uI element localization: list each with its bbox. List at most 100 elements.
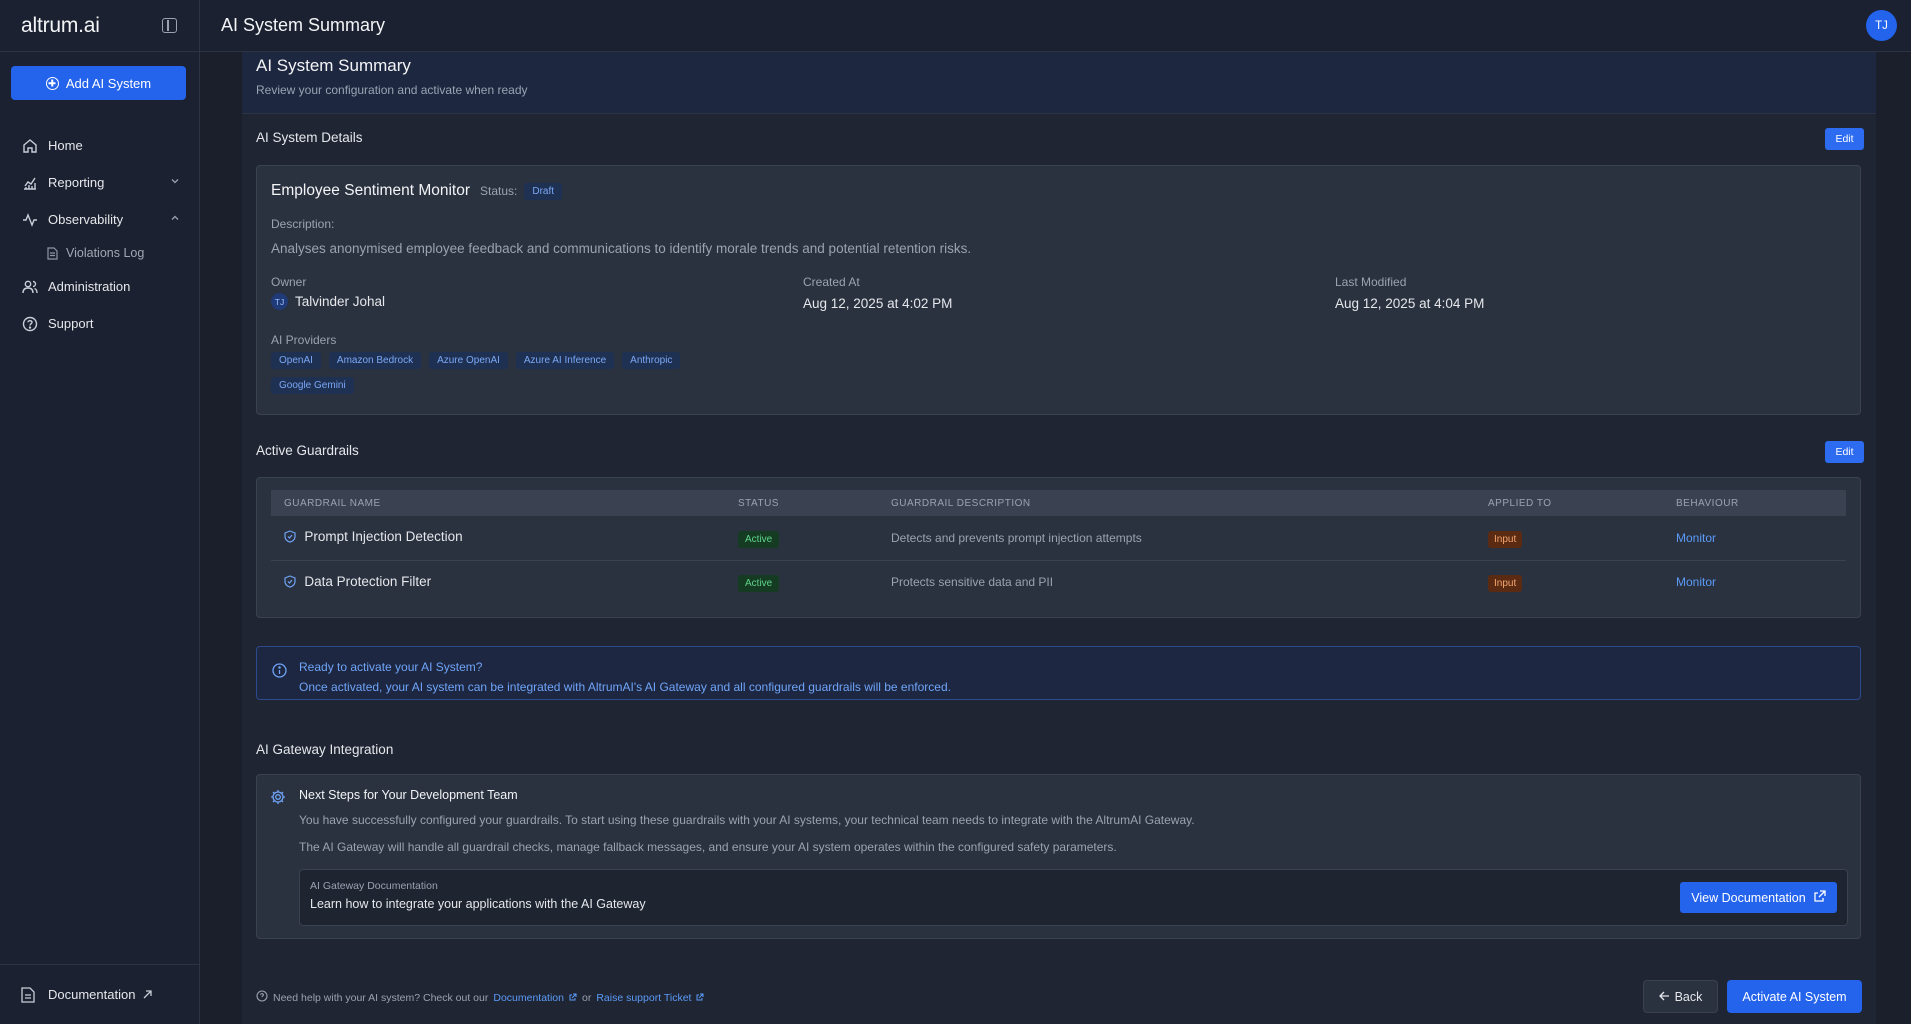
sidebar-item-label: Observability: [48, 212, 124, 227]
sidebar-documentation-link[interactable]: Documentation: [0, 964, 200, 1024]
behaviour-link[interactable]: Monitor: [1676, 531, 1716, 545]
logo-row: altrum.ai: [0, 0, 199, 52]
guardrails-edit-button[interactable]: Edit: [1825, 441, 1864, 463]
activity-icon: [21, 211, 38, 228]
status-badge: Active: [738, 575, 780, 593]
back-label: Back: [1674, 989, 1703, 1004]
applied-to-badge: Input: [1488, 530, 1523, 548]
add-ai-system-label: Add AI System: [65, 75, 152, 91]
summary-subtitle: Review your configuration and activate w…: [256, 83, 528, 97]
modified-value: Aug 12, 2025 at 4:04 PM: [1335, 296, 1485, 311]
guardrails-card: GUARDRAIL NAME STATUS GUARDRAIL DESCRIPT…: [256, 477, 1861, 618]
details-card: Employee Sentiment Monitor Status: Draft…: [256, 165, 1861, 415]
description-label: Description:: [271, 217, 335, 231]
home-icon: [21, 137, 38, 154]
page-title: AI System Summary: [221, 15, 386, 35]
info-text: Once activated, your AI system can be in…: [299, 680, 951, 694]
column-header: GUARDRAIL DESCRIPTION: [878, 490, 1475, 516]
created-value: Aug 12, 2025 at 4:02 PM: [803, 296, 953, 311]
owner-name: Talvinder Johal: [295, 294, 386, 309]
column-header: GUARDRAIL NAME: [271, 490, 725, 516]
view-documentation-label: View Documentation: [1691, 890, 1806, 905]
providers-label: AI Providers: [271, 333, 337, 347]
main-content: AI System Summary Review your configurat…: [242, 52, 1876, 1024]
sidebar-item-observability[interactable]: Observability: [0, 201, 200, 238]
guardrail-name: Prompt Injection Detection: [304, 529, 463, 545]
summary-title: AI System Summary: [256, 56, 411, 75]
sidebar-item-label: Reporting: [48, 175, 105, 190]
help-text: Need help with your AI system? Check out…: [273, 991, 489, 1004]
sidebar-item-administration[interactable]: Administration: [0, 268, 200, 305]
documentation-link[interactable]: Documentation: [493, 992, 564, 1004]
provider-tag: Google Gemini: [271, 377, 354, 394]
guardrail-name: Data Protection Filter: [304, 573, 432, 589]
system-name: Employee Sentiment Monitor: [271, 182, 471, 199]
doc-panel-text: Learn how to integrate your applications…: [310, 897, 646, 911]
help-circle-icon: [256, 990, 268, 1005]
status-badge: Draft: [524, 182, 563, 200]
footer-help: Need help with your AI system? Check out…: [256, 990, 704, 1005]
sidebar: altrum.ai Add AI System Home Reporting O…: [0, 0, 200, 1024]
column-header: APPLIED TO: [1475, 490, 1663, 516]
external-link-icon: [569, 992, 577, 1004]
sidebar-item-label: Administration: [48, 279, 131, 294]
collapse-sidebar-icon[interactable]: [162, 18, 177, 33]
sidebar-item-support[interactable]: Support: [0, 305, 200, 342]
shield-check-icon: [284, 530, 296, 546]
guardrails-section-title: Active Guardrails: [256, 443, 359, 458]
summary-header: AI System Summary Review your configurat…: [242, 52, 1876, 114]
provider-tag: Azure OpenAI: [429, 352, 508, 369]
file-text-icon: [21, 986, 38, 1003]
column-header: STATUS: [725, 490, 878, 516]
activation-info-box: Ready to activate your AI System? Once a…: [256, 646, 1861, 700]
arrow-left-icon: [1658, 990, 1670, 1004]
sidebar-item-label: Home: [48, 138, 83, 153]
table-row: Prompt Injection Detection Active Detect…: [271, 516, 1846, 561]
external-link-icon: [696, 992, 704, 1004]
guardrail-description: Detects and prevents prompt injection at…: [878, 516, 1475, 561]
sidebar-nav: Home Reporting Observability Violations …: [0, 127, 200, 342]
owner-avatar: TJ: [271, 293, 288, 310]
chevron-up-icon[interactable]: [170, 213, 180, 226]
chevron-down-icon[interactable]: [170, 176, 180, 189]
chart-icon: [21, 174, 38, 191]
details-edit-button[interactable]: Edit: [1825, 128, 1864, 150]
back-button[interactable]: Back: [1643, 980, 1718, 1013]
view-documentation-button[interactable]: View Documentation: [1680, 882, 1837, 913]
external-link-icon: [1814, 890, 1826, 905]
avatar[interactable]: TJ: [1866, 10, 1897, 41]
external-arrow-icon: [143, 987, 153, 1002]
providers-list: OpenAI Amazon Bedrock Azure OpenAI Azure…: [271, 352, 711, 394]
details-section-title: AI System Details: [256, 130, 363, 145]
provider-tag: Anthropic: [622, 352, 681, 369]
shield-check-icon: [284, 575, 296, 591]
behaviour-link[interactable]: Monitor: [1676, 575, 1716, 589]
gateway-card: Next Steps for Your Development Team You…: [256, 774, 1861, 939]
sidebar-item-violations-log[interactable]: Violations Log: [0, 238, 200, 268]
gear-icon: [270, 789, 286, 808]
applied-to-badge: Input: [1488, 575, 1523, 593]
logo[interactable]: altrum.ai: [21, 14, 100, 38]
owner-label: Owner: [271, 275, 307, 289]
provider-tag: Azure AI Inference: [515, 352, 615, 369]
sidebar-item-home[interactable]: Home: [0, 127, 200, 164]
users-icon: [21, 278, 38, 295]
gateway-doc-panel: AI Gateway Documentation Learn how to in…: [299, 869, 1848, 926]
info-title: Ready to activate your AI System?: [299, 660, 483, 674]
doc-panel-label: AI Gateway Documentation: [310, 880, 438, 892]
info-icon: [272, 663, 287, 681]
activate-ai-system-button[interactable]: Activate AI System: [1727, 980, 1862, 1013]
provider-tag: OpenAI: [271, 352, 321, 369]
add-ai-system-button[interactable]: Add AI System: [11, 66, 186, 100]
column-header: BEHAVIOUR: [1663, 490, 1846, 516]
gateway-paragraph-1: You have successfully configured your gu…: [299, 813, 1195, 827]
modified-label: Last Modified: [1335, 275, 1407, 289]
sidebar-item-label: Violations Log: [66, 246, 145, 260]
sidebar-item-label: Support: [48, 316, 94, 331]
guardrail-description: Protects sensitive data and PII: [891, 575, 1054, 590]
or-text: or: [581, 991, 592, 1004]
sidebar-item-reporting[interactable]: Reporting: [0, 164, 200, 201]
status-badge: Active: [738, 530, 780, 548]
support-ticket-link[interactable]: Raise support Ticket: [596, 992, 691, 1004]
provider-tag: Amazon Bedrock: [328, 352, 422, 369]
